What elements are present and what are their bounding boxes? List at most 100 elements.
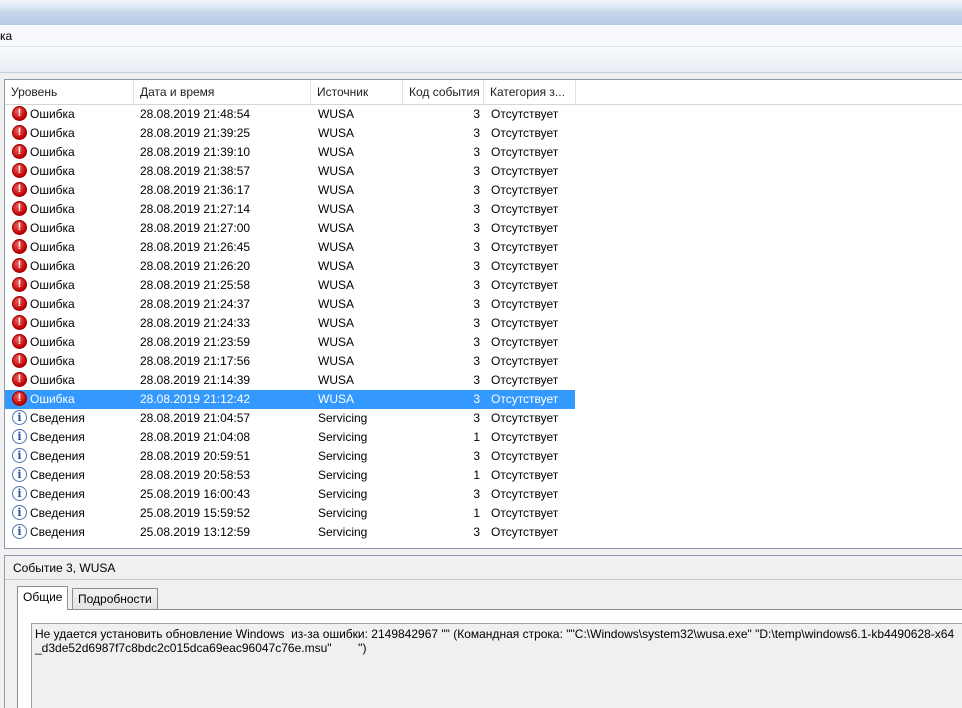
table-row[interactable]: Сведения 28.08.2019 21:04:08 Servicing 1 Отс… xyxy=(5,428,575,447)
cell-event-id: 3 xyxy=(473,259,480,273)
cell-event-id: 3 xyxy=(473,335,480,349)
cell-level: Сведения xyxy=(12,504,136,523)
cell-datetime: 28.08.2019 21:39:10 xyxy=(140,145,251,159)
cell-level: Ошибка xyxy=(12,124,136,143)
info-icon xyxy=(12,467,27,482)
info-icon xyxy=(12,448,27,463)
cell-event-id: 1 xyxy=(473,506,480,520)
cell-datetime: 28.08.2019 21:38:57 xyxy=(140,164,251,178)
table-row[interactable]: Сведения 25.08.2019 15:59:52 Servicing 1 Отс… xyxy=(5,504,575,523)
cell-datetime: 25.08.2019 15:59:52 xyxy=(140,506,251,520)
level-label: Ошибка xyxy=(30,240,75,254)
error-icon xyxy=(12,334,27,349)
cell-source: WUSA xyxy=(318,164,354,178)
cell-event-id: 3 xyxy=(473,183,480,197)
cell-datetime: 25.08.2019 13:12:59 xyxy=(140,525,251,539)
cell-datetime: 28.08.2019 21:04:08 xyxy=(140,430,251,444)
level-label: Ошибка xyxy=(30,392,75,406)
table-row[interactable]: Сведения 28.08.2019 21:04:57 Servicing 3 Отс… xyxy=(5,409,575,428)
cell-level: Сведения xyxy=(12,447,136,466)
tab-details[interactable]: Подробности xyxy=(72,588,158,610)
table-row[interactable]: Ошибка 28.08.2019 21:27:14 WUSA 3 Отсутствуе… xyxy=(5,200,575,219)
info-icon xyxy=(12,524,27,539)
cell-event-id: 3 xyxy=(473,316,480,330)
table-row[interactable]: Ошибка 28.08.2019 21:23:59 WUSA 3 Отсутствуе… xyxy=(5,333,575,352)
table-row[interactable]: Ошибка 28.08.2019 21:25:58 WUSA 3 Отсутствуе… xyxy=(5,276,575,295)
column-header-source[interactable]: Источник xyxy=(311,80,403,105)
table-row[interactable]: Ошибка 28.08.2019 21:39:25 WUSA 3 Отсутствуе… xyxy=(5,124,575,143)
table-row[interactable]: Ошибка 28.08.2019 21:24:33 WUSA 3 Отсутствуе… xyxy=(5,314,575,333)
level-label: Сведения xyxy=(30,468,85,482)
cell-event-id: 3 xyxy=(473,297,480,311)
table-row[interactable]: Ошибка 28.08.2019 21:26:45 WUSA 3 Отсутствуе… xyxy=(5,238,575,257)
table-row[interactable]: Ошибка 28.08.2019 21:24:37 WUSA 3 Отсутствуе… xyxy=(5,295,575,314)
cell-category: Отсутствует xyxy=(491,183,559,197)
table-row[interactable]: Ошибка 28.08.2019 21:14:39 WUSA 3 Отсутствуе… xyxy=(5,371,575,390)
table-row[interactable]: Сведения 25.08.2019 16:00:43 Servicing 3 Отс… xyxy=(5,485,575,504)
cell-level: Ошибка xyxy=(12,333,136,352)
cell-category: Отсутствует xyxy=(491,145,559,159)
table-row[interactable]: Ошибка 28.08.2019 21:26:20 WUSA 3 Отсутствуе… xyxy=(5,257,575,276)
table-row[interactable]: Ошибка 28.08.2019 21:39:10 WUSA 3 Отсутствуе… xyxy=(5,143,575,162)
cell-event-id: 3 xyxy=(473,392,480,406)
table-row[interactable]: Ошибка 28.08.2019 21:12:42 WUSA 3 Отсутствуе… xyxy=(5,390,575,409)
cell-event-id: 3 xyxy=(473,164,480,178)
table-row[interactable]: Ошибка 28.08.2019 21:48:54 WUSA 3 Отсутствуе… xyxy=(5,105,575,124)
column-header-datetime[interactable]: Дата и время xyxy=(134,80,311,105)
error-icon xyxy=(12,125,27,140)
tab-general[interactable]: Общие xyxy=(17,586,69,610)
cell-category: Отсутствует xyxy=(491,221,559,235)
error-icon xyxy=(12,239,27,254)
cell-event-id: 3 xyxy=(473,449,480,463)
table-row[interactable]: Сведения 25.08.2019 13:12:59 Servicing 3 Отс… xyxy=(5,523,575,542)
cell-datetime: 28.08.2019 21:24:33 xyxy=(140,316,251,330)
table-row[interactable]: Ошибка 28.08.2019 21:36:17 WUSA 3 Отсутствуе… xyxy=(5,181,575,200)
cell-level: Ошибка xyxy=(12,105,136,124)
info-icon xyxy=(12,486,27,501)
error-icon xyxy=(12,163,27,178)
level-label: Ошибка xyxy=(30,145,75,159)
cell-datetime: 28.08.2019 20:58:53 xyxy=(140,468,251,482)
menu-bar: ка xyxy=(0,25,962,47)
cell-level: Сведения xyxy=(12,523,136,542)
column-header-category[interactable]: Категория з... xyxy=(484,80,576,105)
info-icon xyxy=(12,505,27,520)
table-row[interactable]: Сведения 28.08.2019 20:59:51 Servicing 3 Отс… xyxy=(5,447,575,466)
cell-source: Servicing xyxy=(318,430,368,444)
cell-category: Отсутствует xyxy=(491,335,559,349)
error-icon xyxy=(12,372,27,387)
cell-category: Отсутствует xyxy=(491,259,559,273)
cell-level: Ошибка xyxy=(12,390,136,409)
table-row[interactable]: Ошибка 28.08.2019 21:38:57 WUSA 3 Отсутствуе… xyxy=(5,162,575,181)
cell-event-id: 3 xyxy=(473,221,480,235)
error-icon xyxy=(12,182,27,197)
column-header-level[interactable]: Уровень xyxy=(5,80,134,105)
level-label: Ошибка xyxy=(30,107,75,121)
table-row[interactable]: Ошибка 28.08.2019 21:27:00 WUSA 3 Отсутствуе… xyxy=(5,219,575,238)
cell-datetime: 28.08.2019 21:27:00 xyxy=(140,221,251,235)
cell-event-id: 3 xyxy=(473,373,480,387)
level-label: Сведения xyxy=(30,411,85,425)
level-label: Ошибка xyxy=(30,354,75,368)
cell-level: Сведения xyxy=(12,466,136,485)
cell-source: WUSA xyxy=(318,335,354,349)
cell-category: Отсутствует xyxy=(491,449,559,463)
level-label: Ошибка xyxy=(30,164,75,178)
info-icon xyxy=(12,410,27,425)
cell-source: WUSA xyxy=(318,126,354,140)
cell-source: WUSA xyxy=(318,278,354,292)
cell-source: WUSA xyxy=(318,145,354,159)
menu-item-partial[interactable]: ка xyxy=(0,29,12,43)
cell-datetime: 28.08.2019 21:12:42 xyxy=(140,392,251,406)
cell-event-id: 1 xyxy=(473,468,480,482)
error-icon xyxy=(12,201,27,216)
cell-category: Отсутствует xyxy=(491,392,559,406)
table-row[interactable]: Ошибка 28.08.2019 21:17:56 WUSA 3 Отсутствуе… xyxy=(5,352,575,371)
level-label: Ошибка xyxy=(30,335,75,349)
level-label: Сведения xyxy=(30,525,85,539)
table-row[interactable]: Сведения 28.08.2019 20:58:53 Servicing 1 Отс… xyxy=(5,466,575,485)
event-message-box[interactable]: Не удается установить обновление Windows… xyxy=(31,623,962,708)
level-label: Ошибка xyxy=(30,183,75,197)
cell-level: Ошибка xyxy=(12,371,136,390)
column-header-event-id[interactable]: Код события xyxy=(403,80,484,105)
